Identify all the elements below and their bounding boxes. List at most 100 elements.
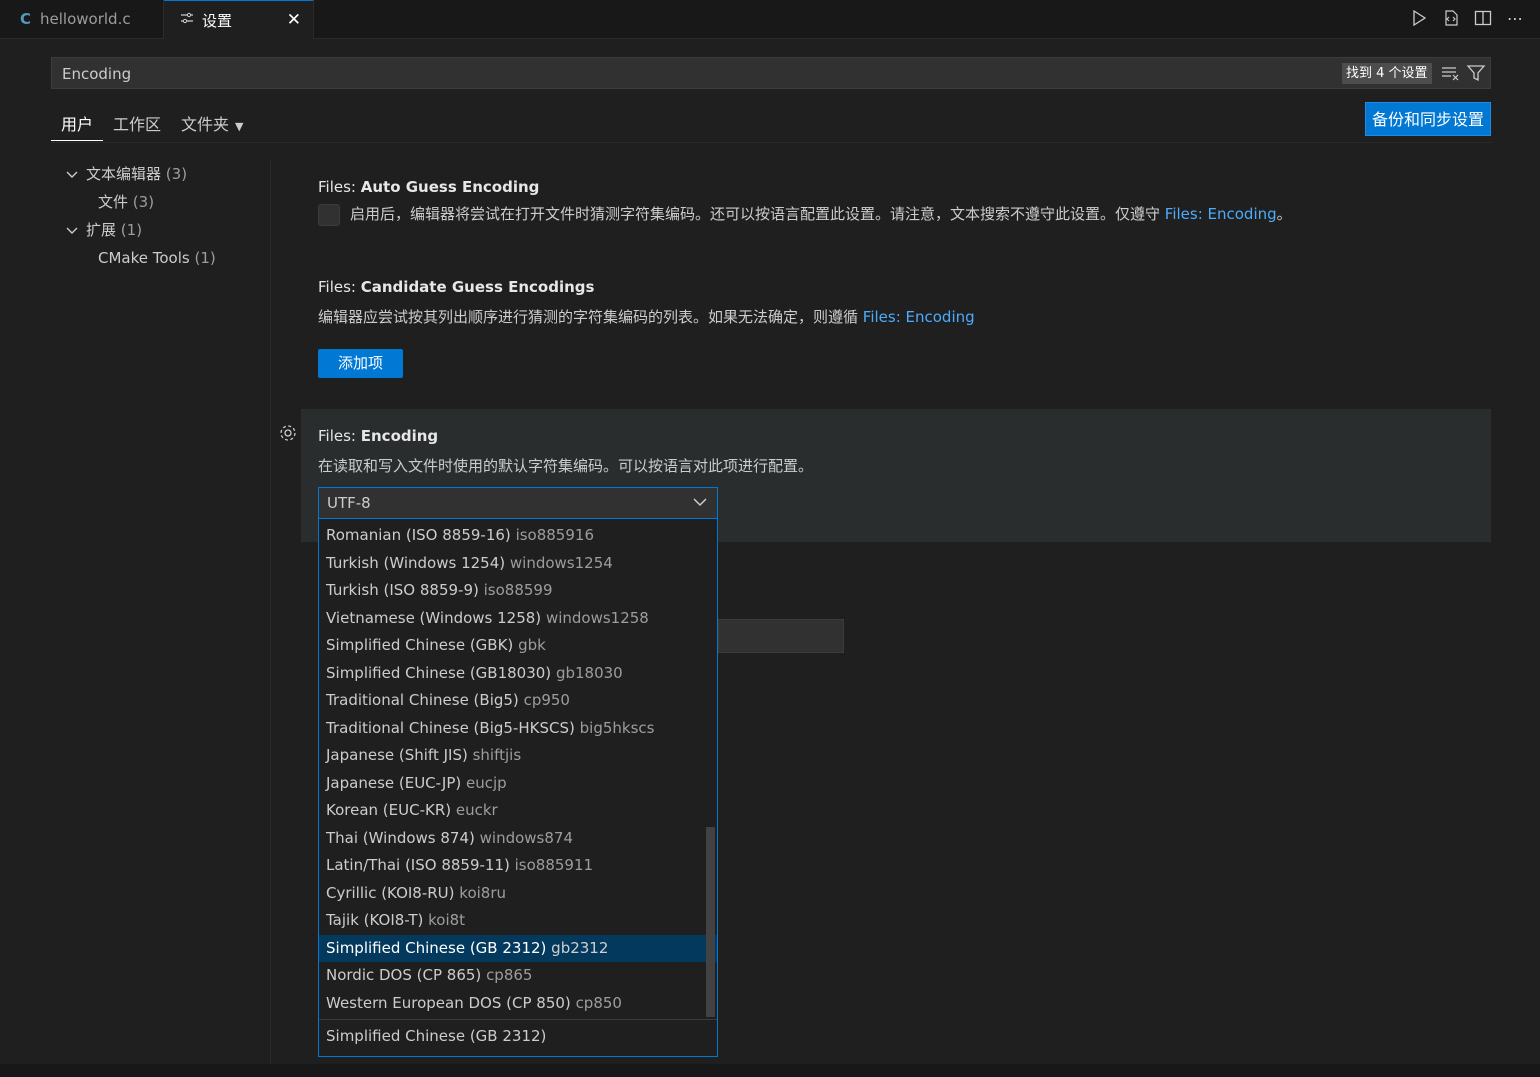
toc-label: 文本编辑器 xyxy=(86,165,162,183)
tab-label: helloworld.c xyxy=(40,10,131,28)
filter-icon[interactable] xyxy=(1466,63,1486,83)
chevron-down-icon xyxy=(66,217,86,245)
close-icon[interactable]: ✕ xyxy=(287,10,301,30)
option-label: Thai (Windows 874) xyxy=(326,828,475,847)
toc-count: (1) xyxy=(120,221,143,239)
clear-filter-icon[interactable] xyxy=(1440,63,1460,83)
option-code: cp865 xyxy=(486,966,533,984)
option-label: Nordic DOS (CP 865) xyxy=(326,966,482,984)
option-label: Korean (EUC-KR) xyxy=(326,801,452,819)
dropdown-option[interactable]: Turkish (ISO 8859-9) iso88599 xyxy=(319,577,717,605)
option-code: iso885911 xyxy=(514,856,594,874)
result-count-badge: 找到 4 个设置 xyxy=(1342,63,1432,84)
toc-label: 文件 xyxy=(98,193,129,211)
add-item-button[interactable]: 添加项 xyxy=(318,349,403,378)
dropdown-option[interactable]: Western European DOS (CP 850) cp850 xyxy=(319,990,717,1018)
option-code: gb2312 xyxy=(551,938,609,957)
option-label: Vietnamese (Windows 1258) xyxy=(326,608,542,627)
dropdown-option[interactable]: Tajik (KOI8-T) koi8t xyxy=(319,907,717,935)
option-code: cp950 xyxy=(523,691,570,709)
option-label: Latin/Thai (ISO 8859-11) xyxy=(326,856,510,874)
chevron-down-icon xyxy=(693,488,707,518)
option-label: Simplified Chinese (GB 2312) xyxy=(326,938,547,957)
run-icon[interactable] xyxy=(1408,6,1430,30)
dropdown-option[interactable]: Traditional Chinese (Big5) cp950 xyxy=(319,687,717,715)
encoding-select[interactable]: UTF-8 xyxy=(318,487,718,519)
files-encoding-link[interactable]: Files: Encoding xyxy=(863,308,975,326)
dropdown-option[interactable]: Japanese (Shift JIS) shiftjis xyxy=(319,742,717,770)
option-code: cp850 xyxy=(575,993,622,1012)
settings-toc: 文本编辑器 (3) 文件 (3) 扩展 (1) CMake Tools (1) xyxy=(60,160,270,272)
option-label: Cyrillic (KOI8-RU) xyxy=(326,883,455,902)
option-code: shiftjis xyxy=(472,746,522,764)
more-actions-icon[interactable]: ⋯ xyxy=(1504,6,1526,30)
option-code: gb18030 xyxy=(555,663,623,682)
dropdown-option[interactable]: Korean (EUC-KR) euckr xyxy=(319,797,717,825)
toc-item-text-editor[interactable]: 文本编辑器 (3) xyxy=(60,160,270,188)
chevron-down-icon xyxy=(66,161,86,189)
search-input[interactable] xyxy=(60,58,1264,90)
dropdown-option[interactable]: Thai (Windows 874) windows874 xyxy=(319,825,717,853)
setting-title: Files: Encoding xyxy=(318,427,439,445)
option-label: Traditional Chinese (Big5) xyxy=(326,691,519,709)
auto-guess-checkbox[interactable] xyxy=(318,203,340,226)
toc-count: (3) xyxy=(165,165,188,183)
option-label: Romanian (ISO 8859-16) xyxy=(326,526,511,544)
dropdown-scrollbar[interactable] xyxy=(706,827,715,1017)
toc-label: CMake Tools xyxy=(98,249,190,267)
option-code: iso885916 xyxy=(515,526,594,544)
partially-hidden-input[interactable] xyxy=(718,619,844,653)
settings-search: 找到 4 个设置 xyxy=(51,57,1491,90)
toc-item-cmake-tools[interactable]: CMake Tools (1) xyxy=(60,244,270,272)
setting-title: Files: Candidate Guess Encodings xyxy=(318,278,595,296)
sash-divider[interactable] xyxy=(270,160,271,1065)
settings-sliders-icon xyxy=(180,12,194,28)
option-code: gbk xyxy=(518,636,546,654)
status-bar xyxy=(0,1064,1540,1077)
dropdown-option[interactable]: Turkish (Windows 1254) windows1254 xyxy=(319,550,717,578)
encoding-dropdown: Romanian (ISO 8859-16) iso885916 Turkish … xyxy=(318,519,718,1057)
dropdown-option[interactable]: Simplified Chinese (GB 2312) gb2312 xyxy=(319,934,717,962)
gear-icon[interactable] xyxy=(278,423,298,443)
dropdown-option[interactable]: Cyrillic (KOI8-RU) koi8ru xyxy=(319,880,717,908)
option-label: Turkish (Windows 1254) xyxy=(326,553,506,572)
backup-sync-button[interactable]: 备份和同步设置 xyxy=(1365,102,1491,136)
dropdown-option[interactable]: Romanian (ISO 8859-16) iso885916 xyxy=(319,522,717,550)
settings-scope-tabs: 用户 工作区 文件夹 ▼ xyxy=(51,105,254,141)
editor-tab-bar: C helloworld.c 设置 ✕ ⋯ xyxy=(0,0,1540,39)
tab-user[interactable]: 用户 xyxy=(51,105,104,141)
toc-item-extensions[interactable]: 扩展 (1) xyxy=(60,216,270,244)
option-code: windows1254 xyxy=(509,553,613,572)
tab-folder-label: 文件夹 xyxy=(181,115,230,134)
editor-actions: ⋯ xyxy=(1408,6,1526,30)
dropdown-options: Romanian (ISO 8859-16) iso885916 Turkish … xyxy=(319,522,717,1017)
option-label: Japanese (Shift JIS) xyxy=(326,746,468,764)
tab-settings[interactable]: 设置 ✕ xyxy=(164,0,314,39)
dropdown-option[interactable]: Japanese (EUC-JP) eucjp xyxy=(319,770,717,798)
setting-title: Files: Auto Guess Encoding xyxy=(318,178,540,196)
dropdown-option[interactable]: Simplified Chinese (GBK) gbk xyxy=(319,632,717,660)
option-code: eucjp xyxy=(466,773,507,792)
setting-encoding: Files: Encoding 在读取和写入文件时使用的默认字符集编码。可以按语… xyxy=(318,427,813,476)
tab-workspace[interactable]: 工作区 xyxy=(103,105,171,140)
split-editor-icon[interactable] xyxy=(1472,6,1494,30)
tab-label: 设置 xyxy=(202,11,233,30)
open-settings-json-icon[interactable] xyxy=(1440,6,1462,30)
option-label: Simplified Chinese (GBK) xyxy=(326,636,514,654)
tab-folder[interactable]: 文件夹 ▼ xyxy=(171,105,253,140)
dropdown-option[interactable]: Nordic DOS (CP 865) cp865 xyxy=(319,962,717,990)
dropdown-option[interactable]: Latin/Thai (ISO 8859-11) iso885911 xyxy=(319,852,717,880)
toc-item-files[interactable]: 文件 (3) xyxy=(60,188,270,216)
dropdown-option[interactable]: Vietnamese (Windows 1258) windows1258 xyxy=(319,605,717,633)
divider xyxy=(51,142,1491,143)
files-encoding-link[interactable]: Files: Encoding xyxy=(1165,205,1277,223)
dropdown-option[interactable]: Traditional Chinese (Big5-HKSCS) big5hks… xyxy=(319,715,717,743)
dropdown-option[interactable]: Simplified Chinese (GB18030) gb18030 xyxy=(319,660,717,688)
option-code: iso88599 xyxy=(483,581,553,599)
toc-label: 扩展 xyxy=(86,221,117,239)
option-label: Traditional Chinese (Big5-HKSCS) xyxy=(326,718,575,737)
caret-down-icon[interactable]: ▼ xyxy=(235,120,243,133)
tab-helloworld[interactable]: C helloworld.c xyxy=(0,0,164,38)
c-file-icon: C xyxy=(20,10,32,28)
option-code: big5hkscs xyxy=(579,718,655,737)
